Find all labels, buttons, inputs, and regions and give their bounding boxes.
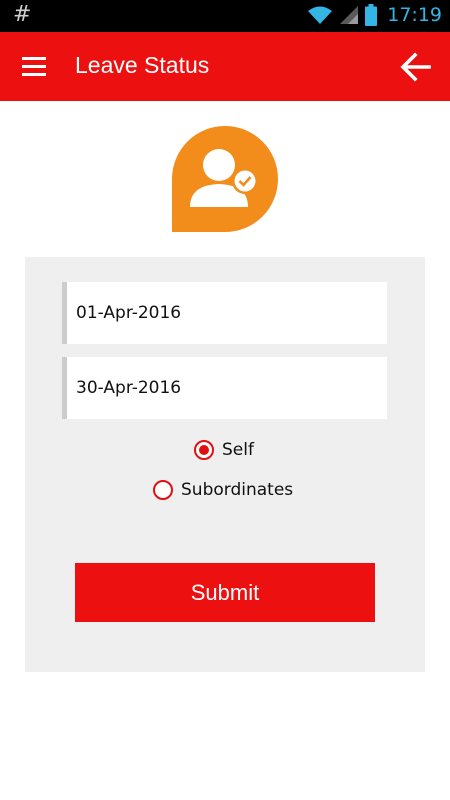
from-date-field[interactable]: 01-Apr-2016 (62, 282, 387, 344)
hamburger-menu-icon[interactable] (18, 53, 52, 81)
leave-status-form: 01-Apr-2016 30-Apr-2016 Self Subordinate… (25, 257, 425, 672)
notification-hash-glyph: # (13, 2, 32, 27)
radio-self[interactable]: Self (194, 440, 254, 460)
back-arrow-icon[interactable] (398, 49, 434, 85)
signal-icon (339, 5, 359, 25)
status-bar: # 17:19 (0, 0, 450, 32)
submit-button[interactable]: Submit (75, 563, 375, 622)
status-icons: 17:19 (307, 4, 442, 26)
radio-subordinates[interactable]: Subordinates (153, 480, 293, 500)
battery-icon (365, 4, 378, 26)
app-bar: Leave Status (0, 32, 450, 101)
page-title: Leave Status (75, 52, 210, 78)
radio-subordinates-button[interactable] (153, 480, 173, 500)
user-check-icon (171, 125, 279, 233)
to-date-field[interactable]: 30-Apr-2016 (62, 357, 387, 419)
radio-self-button[interactable] (194, 440, 214, 460)
radio-self-selected-dot (199, 445, 209, 455)
status-time: 17:19 (387, 4, 442, 26)
radio-self-label: Self (222, 440, 254, 460)
radio-subordinates-label: Subordinates (181, 480, 294, 500)
wifi-icon (307, 5, 333, 25)
